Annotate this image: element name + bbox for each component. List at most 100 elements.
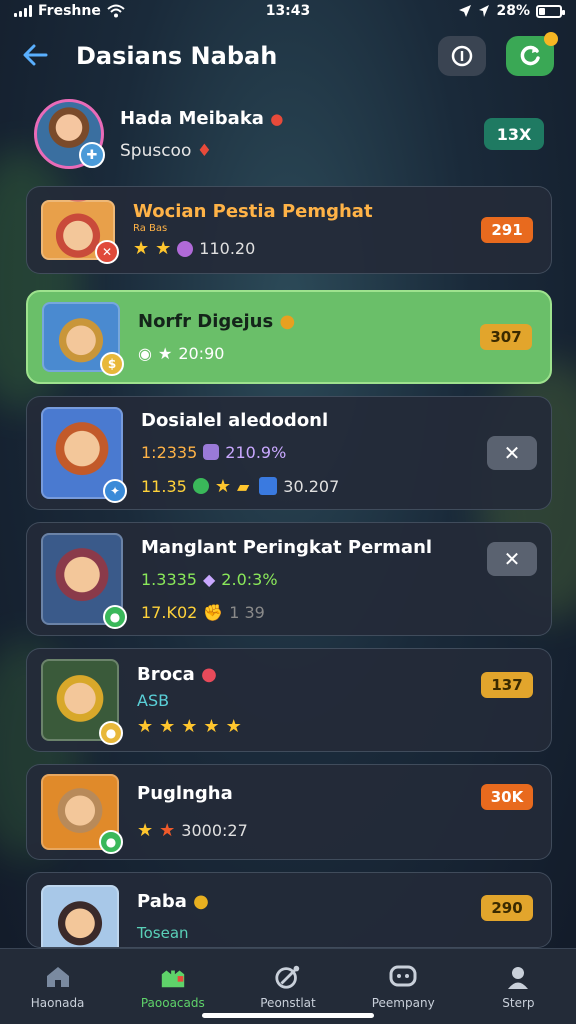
fist-icon: ✊: [203, 602, 224, 622]
item-stat: 30.207: [283, 476, 340, 496]
wifi-icon: [107, 4, 125, 18]
battery-label: 28%: [496, 3, 530, 19]
clock: 13:43: [265, 3, 311, 19]
crystal-icon: [203, 444, 220, 460]
item-subtitle: Ra Bas: [133, 223, 168, 234]
list-item[interactable]: ● Manglant Peringkat Permanl 1.3335 ◆ 2.…: [26, 522, 552, 636]
profile-subtitle: Spuscoo: [120, 140, 192, 161]
gem-icon: [192, 478, 209, 494]
notification-dot: [544, 32, 558, 46]
item-stat: 3000:27: [181, 821, 248, 840]
item-name: Wocian Pestia Pemghat: [133, 201, 373, 222]
item-stat: 1 39: [229, 602, 265, 622]
profile-row[interactable]: ✚ Hada Meibaka ● Spuscoo ♦ 13X: [34, 96, 554, 172]
item-stat: 20:90: [178, 344, 225, 363]
chat-icon: [389, 964, 417, 990]
item-name: Norfr Digejus: [138, 311, 274, 332]
avatar: ●: [41, 659, 123, 745]
list-item[interactable]: ● Puglngha ★ ★ 3000:27 30K: [26, 764, 552, 860]
info-icon: [451, 45, 473, 67]
plus-badge-icon: ✚: [79, 142, 105, 168]
tab-label: Paooacads: [140, 995, 205, 1010]
list-item[interactable]: ✕ Wocian Pestia Pemghat Ra Bas ★ ★ 110.2…: [26, 186, 552, 274]
score-badge: 30K: [481, 784, 533, 810]
item-stat: 2.0:3%: [221, 569, 278, 589]
item-stat: 110.20: [199, 239, 256, 258]
chest-icon: ▰: [236, 476, 250, 496]
home-icon: [44, 964, 72, 990]
coin-icon: ●: [99, 830, 123, 854]
coin-icon: ●: [279, 311, 296, 332]
crossed-swords-icon: ✕: [95, 240, 119, 264]
score-badge: 290: [481, 895, 533, 921]
coin-icon: $: [100, 352, 124, 376]
star-icon: ★: [137, 820, 154, 841]
star-icon: ★: [203, 715, 220, 737]
close-icon: ✕: [503, 441, 521, 465]
close-button[interactable]: ✕: [487, 436, 537, 470]
star-icon: ★: [225, 715, 242, 737]
score-badge: 307: [480, 324, 532, 350]
battery-icon: [536, 4, 565, 18]
star-icon: ★: [133, 238, 150, 259]
avatar: ●: [41, 774, 123, 854]
castle-icon: [159, 964, 187, 990]
gem-icon: [177, 240, 194, 257]
item-name: Puglngha: [137, 783, 233, 804]
item-name: Manglant Peringkat Permanl: [141, 536, 433, 558]
profile-action-button[interactable]: 13X: [484, 118, 544, 150]
item-name: Dosialel aledodonl: [141, 409, 329, 431]
profile-name: Hada Meibaka: [120, 107, 264, 129]
coin-icon: ●: [103, 605, 127, 629]
star-icon: ★: [181, 715, 198, 737]
star-icon: ★: [155, 238, 172, 259]
home-indicator[interactable]: [202, 1013, 374, 1018]
item-name: Broca: [137, 663, 195, 685]
avatar: [41, 885, 119, 947]
sword-shield-icon: [274, 964, 302, 990]
list-item[interactable]: Paba ● Tosean 290: [26, 872, 552, 948]
profile-icon: [504, 964, 532, 990]
ruby-icon: ●: [201, 663, 217, 685]
item-stat: 17.K02: [141, 602, 198, 622]
star-icon: ★: [157, 344, 173, 363]
app-header: Dasians Nabah: [0, 30, 576, 82]
star-rating: ★ ★ ★ ★ ★: [137, 716, 481, 737]
item-stat: 1:2335: [141, 442, 198, 462]
refresh-icon: [520, 45, 540, 66]
signal-icon: [14, 5, 32, 17]
star-icon: ★: [159, 820, 176, 841]
item-subtitle: Tosean: [137, 924, 189, 942]
tab-shop[interactable]: Sterp: [461, 949, 576, 1024]
page-title: Dasians Nabah: [76, 42, 278, 70]
carrier-label: Freshne: [38, 3, 101, 19]
tab-label: Sterp: [502, 995, 535, 1010]
close-button[interactable]: ✕: [487, 542, 537, 576]
location-icon: [459, 5, 472, 17]
rank-emblem-icon: ●: [270, 109, 284, 128]
tab-label: Haonada: [30, 995, 85, 1010]
compass-icon: ✦: [103, 479, 127, 503]
list-item[interactable]: ✦ Dosialel aledodonl 1:2335 210.9% 11.35…: [26, 396, 552, 510]
score-badge: 137: [481, 672, 533, 698]
avatar: ✚: [34, 99, 105, 169]
target-icon: ◉: [138, 344, 152, 363]
avatar: ✦: [41, 407, 127, 503]
star-icon: ★: [137, 715, 154, 737]
list-item[interactable]: ● Broca ● ASB ★ ★ ★ ★ ★ 137: [26, 648, 552, 752]
coin-icon: ●: [99, 721, 123, 745]
list-item[interactable]: $ Norfr Digejus ● ◉ ★ 20:90 307: [26, 290, 552, 384]
tab-home[interactable]: Haonada: [0, 949, 115, 1024]
item-stat: 11.35: [141, 476, 187, 496]
score-badge: 291: [481, 217, 533, 243]
signal-arrow-icon: [479, 5, 490, 17]
card-icon: [259, 477, 278, 495]
refresh-button[interactable]: [506, 32, 558, 76]
back-button[interactable]: [22, 40, 62, 73]
crystal-icon: ◆: [202, 569, 216, 589]
info-button[interactable]: [438, 36, 486, 76]
tab-label: Peonstlat: [260, 995, 316, 1010]
flame-icon: ♦: [196, 140, 213, 161]
star-icon: ★: [214, 475, 231, 497]
item-subtitle: ASB: [137, 690, 170, 710]
